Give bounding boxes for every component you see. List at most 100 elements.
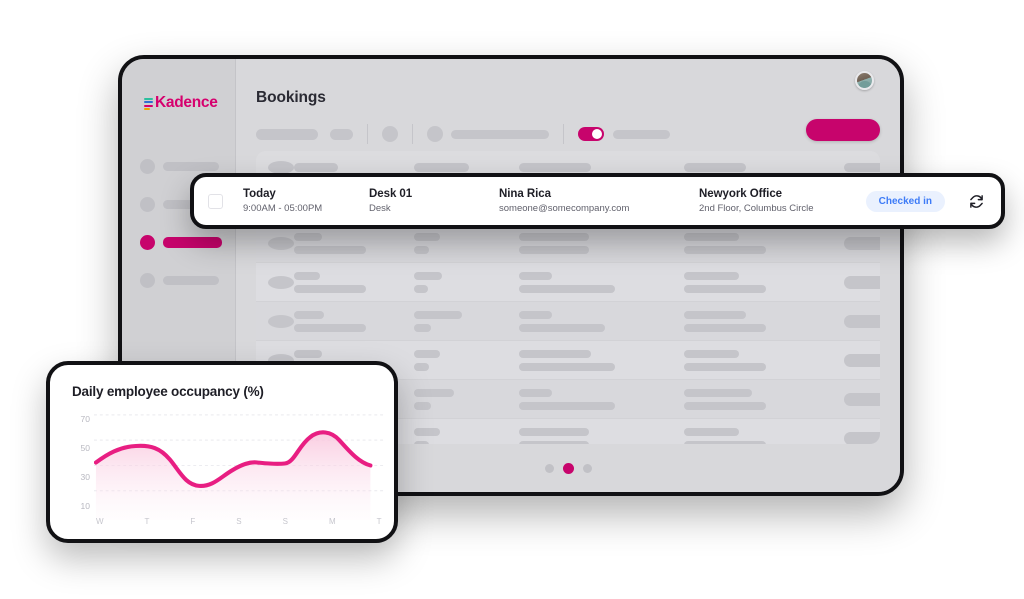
row-checkbox[interactable]	[268, 236, 294, 250]
row-cell-primary	[684, 349, 739, 358]
logo-bars-icon	[144, 96, 153, 110]
booking-resource-name: Desk 01	[369, 188, 413, 200]
toolbar	[256, 122, 880, 146]
row-cell-primary	[684, 310, 746, 319]
sidebar-item-1-icon	[140, 159, 155, 174]
booking-checkbox[interactable]	[208, 193, 223, 209]
y-tick-50: 50	[80, 443, 90, 454]
row-cell-primary	[414, 388, 454, 397]
row-cell-secondary	[414, 401, 431, 410]
x-tick-4: S	[282, 517, 289, 526]
row-cell-primary	[519, 388, 552, 397]
table-row[interactable]	[256, 302, 880, 341]
row-cell-primary	[414, 310, 462, 319]
row-cell-secondary	[414, 245, 429, 254]
chart-plot-area: 70 50 30 10 W T F S S M T	[50, 409, 394, 539]
table-header-col-2[interactable]	[414, 163, 469, 172]
booking-time-range: 9:00AM - 05:00PM	[243, 203, 323, 214]
toolbar-toggle-label	[613, 129, 670, 139]
refresh-button[interactable]	[967, 192, 985, 210]
row-cell-primary	[684, 388, 752, 397]
booking-person-column: Nina Rica someone@somecompany.com	[499, 188, 699, 214]
toolbar-toggle[interactable]	[578, 127, 604, 141]
table-row[interactable]	[256, 263, 880, 302]
table-header-col-3[interactable]	[519, 163, 591, 172]
row-cell-secondary	[684, 323, 766, 332]
toolbar-divider-1	[367, 124, 368, 144]
row-status-badge	[844, 314, 880, 328]
toolbar-icon-2[interactable]	[427, 126, 443, 142]
row-cell-primary	[414, 349, 440, 358]
table-row[interactable]	[256, 224, 880, 263]
logo-text: Kadence	[155, 94, 218, 111]
row-cell-secondary	[519, 362, 615, 371]
row-cell-primary	[294, 349, 322, 358]
booking-row-card[interactable]: Today 9:00AM - 05:00PM Desk 01 Desk Nina…	[190, 173, 1005, 229]
sidebar-item-3-active[interactable]	[140, 235, 222, 250]
x-tick-6: T	[376, 517, 382, 526]
toolbar-icon-1[interactable]	[382, 126, 398, 142]
y-tick-30: 30	[80, 472, 90, 483]
toolbar-filter-2[interactable]	[330, 128, 353, 140]
toolbar-search-field[interactable]	[451, 129, 549, 139]
status-badge: Checked in	[865, 190, 945, 212]
booking-office-name: Newyork Office	[699, 188, 783, 200]
primary-action-button[interactable]	[806, 119, 880, 141]
row-status-badge	[844, 236, 880, 250]
chart-y-axis: 70 50 30 10	[64, 415, 90, 511]
y-tick-10: 10	[80, 501, 90, 512]
booking-person-name: Nina Rica	[499, 188, 551, 200]
sidebar-item-1-label	[163, 162, 219, 171]
x-tick-3: S	[236, 517, 243, 526]
x-tick-2: F	[190, 517, 196, 526]
row-cell-primary	[519, 310, 552, 319]
x-tick-1: T	[144, 517, 150, 526]
pagination-dot-3[interactable]	[582, 464, 592, 473]
row-cell-secondary	[294, 284, 366, 293]
chart-title: Daily employee occupancy (%)	[72, 384, 264, 399]
row-cell-secondary	[414, 362, 429, 371]
pagination-dot-2-active[interactable]	[562, 463, 574, 474]
y-tick-70: 70	[80, 414, 90, 424]
x-tick-0: W	[96, 517, 105, 526]
row-cell-secondary	[519, 284, 615, 293]
row-cell-secondary	[519, 440, 589, 444]
sidebar-item-4[interactable]	[140, 273, 222, 288]
row-cell-secondary	[519, 323, 605, 332]
sidebar-item-3-icon	[140, 235, 155, 250]
avatar[interactable]	[855, 71, 874, 90]
table-header-col-4[interactable]	[684, 163, 746, 172]
row-cell-primary	[294, 232, 322, 241]
sidebar-item-1[interactable]	[140, 159, 222, 174]
pagination-dot-1[interactable]	[544, 464, 554, 473]
row-cell-primary	[519, 271, 552, 280]
row-cell-primary	[414, 427, 440, 436]
row-cell-secondary	[519, 401, 615, 410]
sidebar-item-3-label	[163, 237, 222, 248]
row-cell-primary	[414, 271, 442, 280]
sidebar-item-4-icon	[140, 273, 155, 288]
row-cell-secondary	[414, 323, 431, 332]
booking-date-label: Today	[243, 188, 276, 200]
booking-resource-column: Desk 01 Desk	[369, 188, 499, 214]
row-status-badge	[844, 275, 880, 289]
row-cell-secondary	[294, 245, 366, 254]
row-cell-secondary	[684, 284, 766, 293]
row-checkbox[interactable]	[268, 275, 294, 289]
row-checkbox[interactable]	[268, 314, 294, 328]
occupancy-chart-card: Daily employee occupancy (%) 70 50 30 10	[46, 361, 398, 543]
x-tick-5: M	[328, 517, 337, 526]
kadence-logo[interactable]: Kadence	[144, 95, 218, 111]
table-header-col-1[interactable]	[294, 163, 338, 172]
row-cell-primary	[294, 271, 320, 280]
row-cell-secondary	[414, 440, 429, 444]
row-cell-secondary	[414, 284, 428, 293]
row-cell-primary	[414, 232, 440, 241]
row-cell-primary	[684, 271, 739, 280]
row-cell-secondary	[519, 245, 589, 254]
row-cell-primary	[294, 310, 324, 319]
row-cell-primary	[684, 232, 739, 241]
toolbar-filter-1[interactable]	[256, 128, 318, 140]
chart-x-axis: W T F S S M T	[96, 517, 382, 526]
table-header-col-5[interactable]	[844, 163, 880, 172]
